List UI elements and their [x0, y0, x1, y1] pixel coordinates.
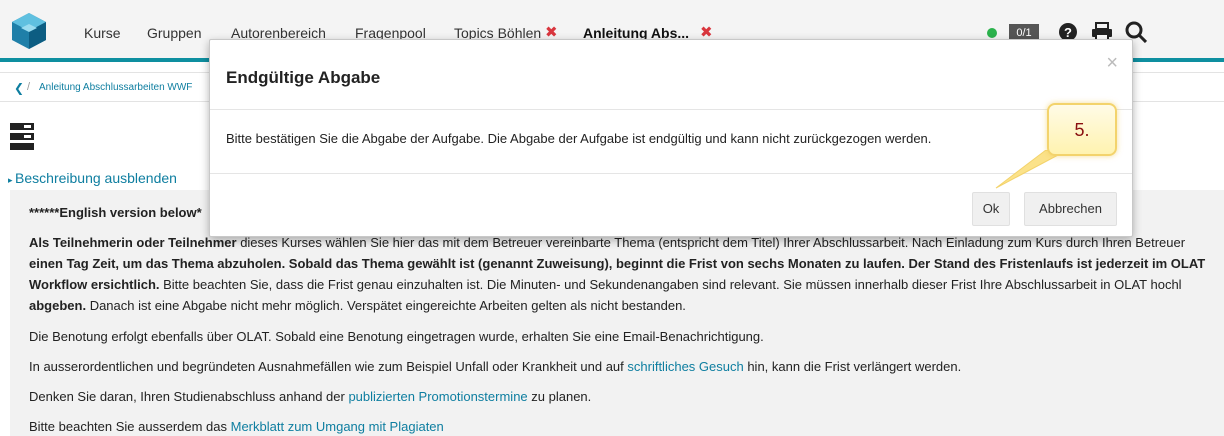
breadcrumb-separator: / [27, 81, 31, 93]
dialog-message: Bitte bestätigen Sie die Abgabe der Aufg… [226, 131, 932, 146]
dialog-title: Endgültige Abgabe [226, 68, 381, 87]
text: hin, kann die Frist verlängert werden. [743, 359, 962, 374]
graduation-paragraph: Denken Sie daran, Ihren Studienabschluss… [29, 386, 1204, 407]
text: Danach ist eine Abgabe nicht mehr möglic… [86, 298, 686, 313]
text-bold: Workflow ersichtlich. [29, 277, 160, 292]
nav-gruppen[interactable]: Gruppen [147, 25, 201, 41]
toggle-description-link[interactable]: ▸ Beschreibung ausblenden [8, 170, 177, 186]
description-paragraph: Als Teilnehmerin oder Teilnehmer dieses … [29, 232, 1224, 316]
text-bold: Als Teilnehmerin oder Teilnehmer [29, 235, 237, 250]
toggle-description-label: Beschreibung ausblenden [15, 170, 177, 186]
step-annotation: 5. [1047, 103, 1117, 156]
plagiarism-leaflet-link[interactable]: Merkblatt zum Umgang mit Plagiaten [231, 419, 444, 434]
extension-paragraph: In ausserordentlichen und begründeten Au… [29, 356, 1204, 377]
callout-pointer [995, 150, 1062, 189]
breadcrumb-link[interactable]: Anleitung Abschlussarbeiten WWF [39, 82, 192, 93]
nav-kurse[interactable]: Kurse [84, 25, 121, 41]
cancel-button[interactable]: Abbrechen [1024, 192, 1117, 226]
ok-button[interactable]: Ok [972, 192, 1010, 226]
dialog-header: Endgültige Abgabe × [210, 40, 1132, 110]
text: zu planen. [527, 389, 592, 404]
grading-paragraph: Die Benotung erfolgt ebenfalls über OLAT… [29, 329, 764, 344]
text: Bitte beachten Sie, dass die Frist genau… [159, 277, 1182, 292]
status-online-icon [987, 28, 997, 38]
olat-logo-icon[interactable] [10, 12, 48, 50]
course-node-icon [10, 123, 34, 150]
text: Denken Sie daran, Ihren Studienabschluss… [29, 389, 349, 404]
graduation-dates-link[interactable]: publizierten Promotionstermine [348, 389, 527, 404]
text-bold: Sobald das Thema gewählt ist (genannt Zu… [285, 256, 1206, 271]
svg-text:?: ? [1064, 25, 1072, 40]
final-submission-dialog: Endgültige Abgabe × Bitte bestätigen Sie… [209, 39, 1133, 237]
text: dieses Kurses wählen Sie hier das mit de… [236, 235, 1186, 250]
close-icon[interactable]: × [1106, 52, 1118, 75]
text-bold: einen Tag Zeit, um das Thema abzuholen. [29, 256, 286, 271]
written-request-link[interactable]: schriftliches Gesuch [627, 359, 743, 374]
text: Bitte beachten Sie ausserdem das [29, 419, 231, 434]
caret-icon: ▸ [8, 175, 16, 185]
chevron-left-icon[interactable]: ❮ [14, 81, 24, 95]
text: In ausserordentlichen und begründeten Au… [29, 359, 628, 374]
text-bold: abgeben. [29, 298, 87, 313]
plagiarism-paragraph: Bitte beachten Sie ausserdem das Merkbla… [29, 416, 1204, 436]
